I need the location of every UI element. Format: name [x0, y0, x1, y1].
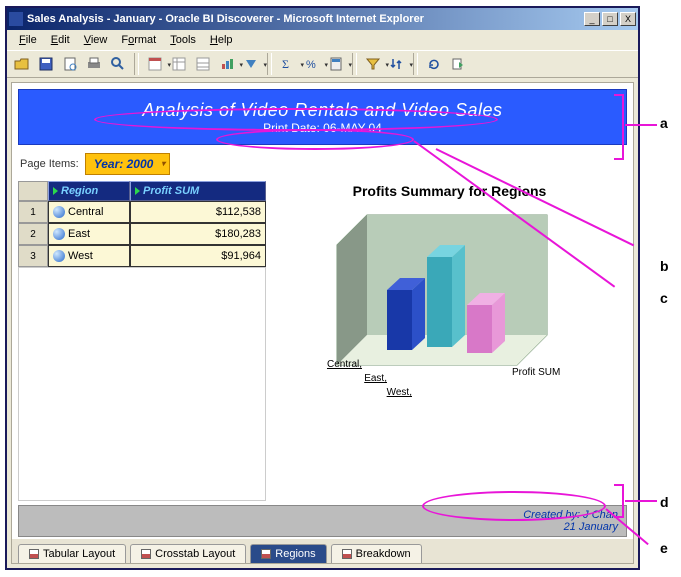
tab-crosstab[interactable]: Crosstab Layout — [130, 544, 246, 563]
row-number: 3 — [18, 245, 48, 267]
tab-breakdown[interactable]: Breakdown — [331, 544, 422, 563]
percent-icon[interactable]: % — [301, 53, 323, 75]
cell-profit: $91,964 — [130, 245, 266, 267]
svg-text:%: % — [306, 59, 316, 71]
annotation-label-d: d — [660, 494, 669, 510]
svg-text:Central,: Central, — [327, 359, 362, 370]
globe-icon — [53, 206, 65, 218]
annotation-circle-footer — [422, 491, 606, 521]
table-row: 2 East $180,283 — [18, 223, 266, 245]
column-header-region[interactable]: Region — [48, 181, 130, 201]
row-number: 2 — [18, 223, 48, 245]
cell-region[interactable]: Central — [48, 201, 130, 223]
open-icon[interactable] — [11, 53, 33, 75]
page-items-row: Page Items: Year: 2000 — [12, 151, 633, 177]
data-table: Region Profit SUM 1 Central $112,538 2 E… — [18, 181, 266, 501]
chart-panel: Profits Summary for Regions — [272, 181, 627, 501]
table-blank — [18, 267, 266, 501]
annotation-label-a: a — [660, 115, 668, 131]
footer-date: 21 January — [564, 521, 618, 533]
app-icon — [9, 12, 23, 26]
save-icon[interactable] — [35, 53, 57, 75]
table-row: 3 West $91,964 — [18, 245, 266, 267]
page-items-label: Page Items: — [20, 158, 79, 170]
menu-help[interactable]: Help — [204, 32, 239, 48]
export-icon[interactable] — [447, 53, 469, 75]
menubar: File Edit View Format Tools Help — [7, 30, 638, 50]
menu-file[interactable]: File — [13, 32, 43, 48]
find-icon[interactable] — [107, 53, 129, 75]
worksheet-tabs: Tabular Layout Crosstab Layout Regions B… — [12, 539, 633, 563]
cell-profit: $112,538 — [130, 201, 266, 223]
svg-text:West,: West, — [387, 387, 412, 398]
maximize-button[interactable]: □ — [602, 12, 618, 26]
worksheet-icon — [141, 549, 151, 559]
menu-edit[interactable]: Edit — [45, 32, 76, 48]
annotation-label-c: c — [660, 290, 668, 306]
tab-regions[interactable]: Regions — [250, 544, 326, 563]
svg-text:Σ: Σ — [282, 57, 289, 71]
annotation-circle-c — [216, 129, 414, 150]
menu-view[interactable]: View — [78, 32, 114, 48]
refresh-icon[interactable] — [423, 53, 445, 75]
annotation-leader — [625, 500, 657, 502]
print-preview-icon[interactable] — [59, 53, 81, 75]
globe-icon — [53, 250, 65, 262]
annotation-label-e: e — [660, 540, 668, 556]
tab-tabular[interactable]: Tabular Layout — [18, 544, 126, 563]
drill-icon[interactable] — [240, 53, 262, 75]
menu-tools[interactable]: Tools — [164, 32, 202, 48]
app-window: Sales Analysis - January - Oracle BI Dis… — [5, 6, 640, 570]
minimize-button[interactable]: _ — [584, 12, 600, 26]
sort-icon[interactable] — [386, 53, 408, 75]
cell-profit: $180,283 — [130, 223, 266, 245]
worksheet-icon — [261, 549, 271, 559]
annotation-leader — [625, 124, 657, 126]
cell-region[interactable]: West — [48, 245, 130, 267]
calc-icon[interactable] — [325, 53, 347, 75]
table-corner — [18, 181, 48, 201]
layout-icon[interactable] — [144, 53, 166, 75]
row-number: 1 — [18, 201, 48, 223]
toolbar: Σ % — [7, 50, 638, 78]
annotation-bracket-a — [614, 94, 624, 160]
cell-region[interactable]: East — [48, 223, 130, 245]
annotation-bracket-d — [614, 484, 624, 518]
crosstab-icon[interactable] — [168, 53, 190, 75]
worksheet-icon — [29, 549, 39, 559]
svg-text:Profit SUM: Profit SUM — [512, 367, 560, 378]
table-row: 1 Central $112,538 — [18, 201, 266, 223]
year-dropdown[interactable]: Year: 2000 — [85, 153, 171, 175]
table-icon[interactable] — [192, 53, 214, 75]
window-title: Sales Analysis - January - Oracle BI Dis… — [27, 13, 582, 25]
globe-icon — [53, 228, 65, 240]
svg-text:East,: East, — [364, 373, 387, 384]
sum-icon[interactable]: Σ — [277, 53, 299, 75]
column-header-profit[interactable]: Profit SUM — [130, 181, 266, 201]
menu-format[interactable]: Format — [115, 32, 162, 48]
chart-title: Profits Summary for Regions — [353, 183, 547, 199]
titlebar: Sales Analysis - January - Oracle BI Dis… — [7, 8, 638, 30]
print-icon[interactable] — [83, 53, 105, 75]
chart-icon[interactable] — [216, 53, 238, 75]
annotation-circle-a — [94, 108, 498, 131]
filter-icon[interactable] — [362, 53, 384, 75]
worksheet-icon — [342, 549, 352, 559]
close-button[interactable]: X — [620, 12, 636, 26]
annotation-label-b: b — [660, 258, 669, 274]
